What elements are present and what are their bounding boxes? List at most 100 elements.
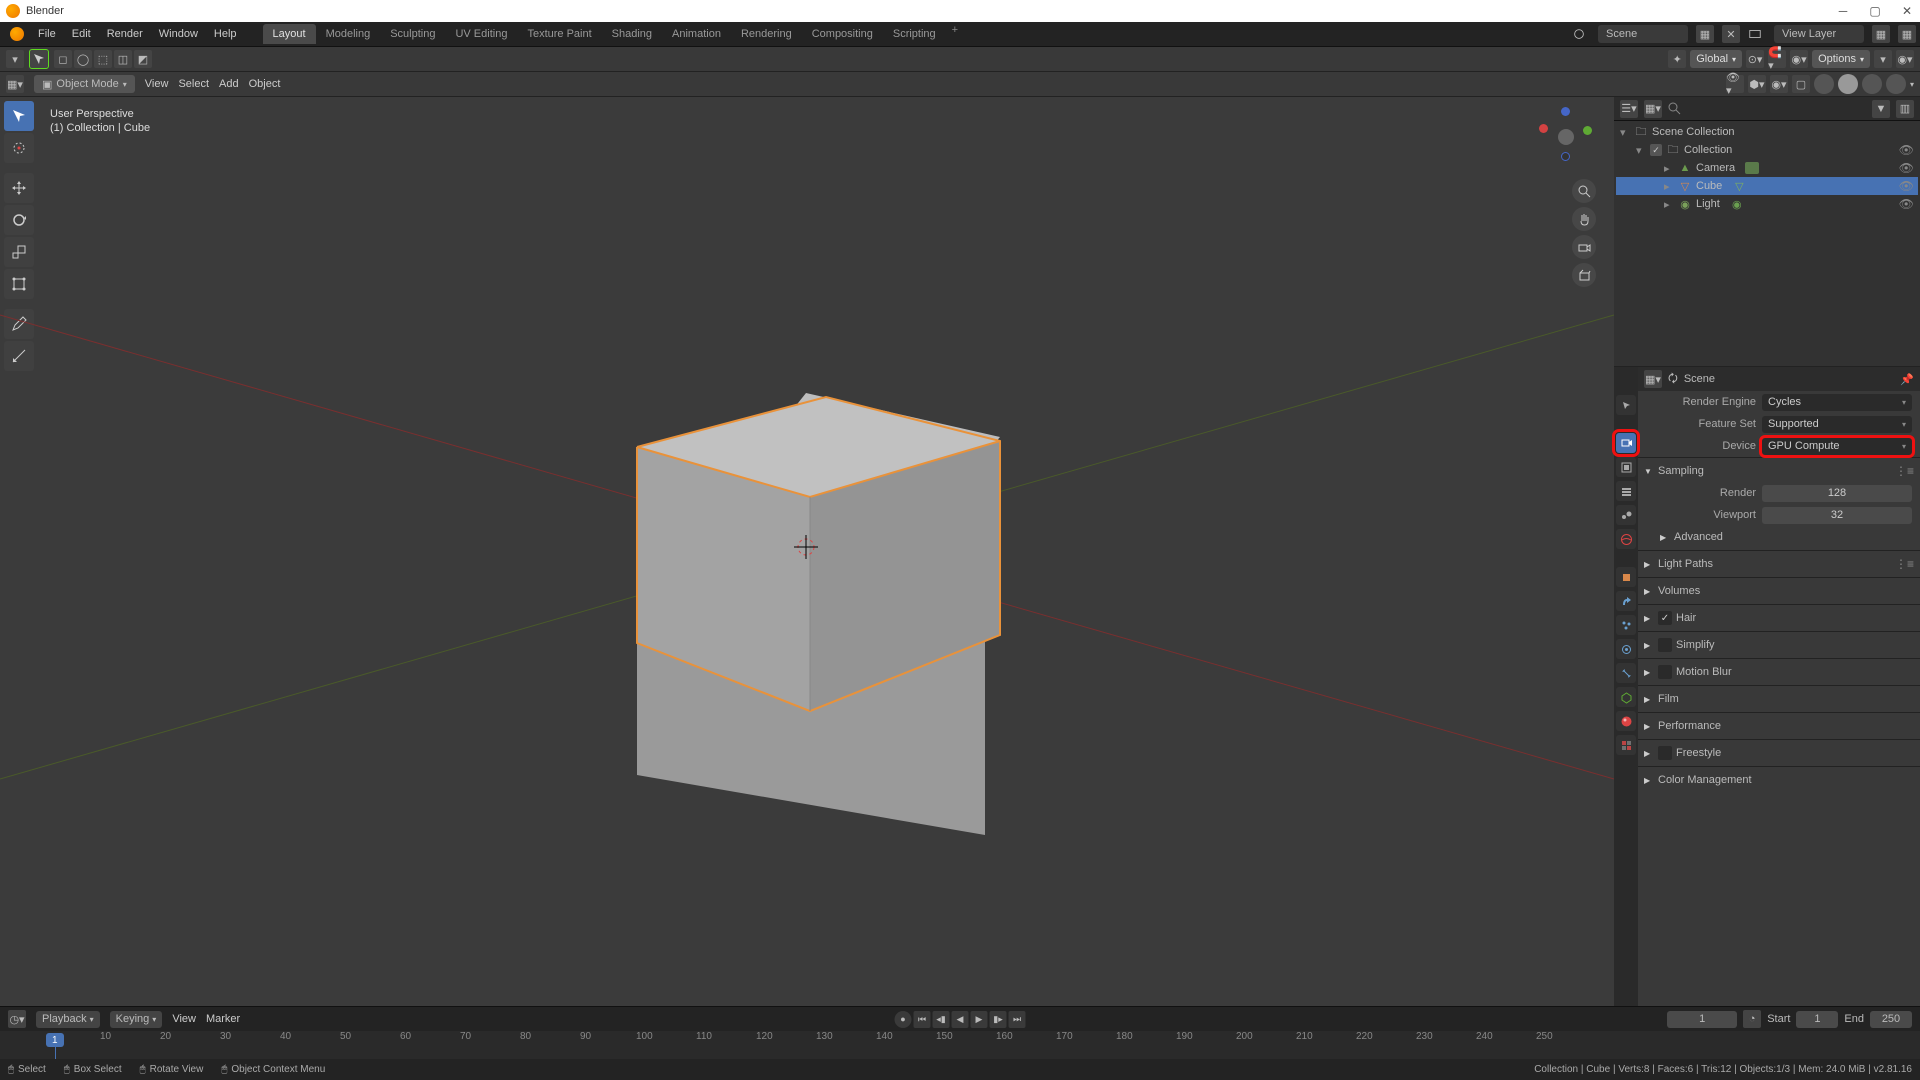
- add-workspace-button[interactable]: +: [946, 24, 964, 44]
- tab-scene[interactable]: [1616, 505, 1636, 525]
- render-engine-dropdown[interactable]: Cycles▾: [1762, 394, 1912, 411]
- panel-simplify-header[interactable]: ▶Simplify: [1638, 634, 1920, 656]
- tab-texture[interactable]: [1616, 735, 1636, 755]
- play-reverse-button[interactable]: ◀: [952, 1011, 969, 1028]
- outliner-search[interactable]: [1668, 102, 1866, 115]
- ws-scripting[interactable]: Scripting: [883, 24, 946, 44]
- end-frame-field[interactable]: 250: [1870, 1011, 1912, 1028]
- gizmo-toggle-icon[interactable]: ▾: [1874, 50, 1892, 68]
- render-samples-field[interactable]: 128: [1762, 485, 1912, 502]
- tree-item-cube[interactable]: ▸ ▽ Cube ▽ 👁: [1616, 177, 1918, 195]
- current-frame-field[interactable]: 1: [1667, 1011, 1737, 1028]
- keying-dropdown[interactable]: Keying▾: [110, 1011, 163, 1028]
- options-dropdown[interactable]: Options ▾: [1812, 50, 1870, 68]
- device-dropdown[interactable]: GPU Compute▾: [1762, 438, 1912, 455]
- tab-modifier[interactable]: [1616, 591, 1636, 611]
- tab-physics[interactable]: [1616, 639, 1636, 659]
- tab-object[interactable]: [1616, 567, 1636, 587]
- viewlayer-new-button[interactable]: ▦: [1898, 25, 1916, 43]
- select-more-icon[interactable]: ◩: [134, 50, 152, 68]
- motionblur-checkbox[interactable]: [1658, 665, 1672, 679]
- panel-colormgmt-header[interactable]: ▶Color Management: [1638, 769, 1920, 791]
- editor-type-dropdown[interactable]: ▦▾: [6, 75, 24, 93]
- close-button[interactable]: ✕: [1900, 4, 1914, 18]
- tab-particle[interactable]: [1616, 615, 1636, 635]
- viewlayer-field[interactable]: View Layer: [1774, 25, 1864, 43]
- panel-sampling-header[interactable]: ▼Sampling⋮≡: [1638, 460, 1920, 482]
- panel-options-icon[interactable]: ⋮≡: [1895, 557, 1914, 571]
- mode-dropdown[interactable]: ▣ Object Mode ▾: [34, 75, 135, 93]
- scene-new-button[interactable]: ✕: [1722, 25, 1740, 43]
- ws-sculpting[interactable]: Sculpting: [380, 24, 445, 44]
- props-editor-icon[interactable]: ▦▾: [1644, 370, 1662, 388]
- collection-checkbox[interactable]: ✓: [1650, 144, 1662, 156]
- play-button[interactable]: ▶: [971, 1011, 988, 1028]
- properties-body[interactable]: ▦▾ 🗘 Scene 📌 Render Engine Cycles▾ Featu…: [1638, 367, 1920, 1006]
- panel-options-icon[interactable]: ⋮≡: [1895, 464, 1914, 478]
- shading-matpreview-icon[interactable]: [1862, 74, 1882, 94]
- tab-output[interactable]: [1616, 457, 1636, 477]
- tree-item-camera[interactable]: ▸ ▲ Camera 👁: [1616, 159, 1918, 177]
- menu-render[interactable]: Render: [99, 28, 151, 40]
- tab-constraint[interactable]: [1616, 663, 1636, 683]
- next-keyframe-button[interactable]: ▮▸: [990, 1011, 1007, 1028]
- pin-icon[interactable]: 📌: [1900, 373, 1914, 386]
- outliner-filter-icon[interactable]: ▼: [1872, 100, 1890, 118]
- select-menu[interactable]: Select: [178, 78, 209, 90]
- expand-icon[interactable]: ▸: [1664, 162, 1674, 175]
- simplify-checkbox[interactable]: [1658, 638, 1672, 652]
- timeline-editor-icon[interactable]: ◷▾: [8, 1010, 26, 1028]
- ws-uvediting[interactable]: UV Editing: [445, 24, 517, 44]
- overlay-toggle-icon[interactable]: ◉▾: [1896, 50, 1914, 68]
- expand-icon[interactable]: ▾: [1636, 144, 1646, 157]
- scene-field[interactable]: Scene: [1598, 25, 1688, 43]
- ws-animation[interactable]: Animation: [662, 24, 731, 44]
- start-frame-field[interactable]: 1: [1796, 1011, 1838, 1028]
- preview-range-icon[interactable]: ◔: [1743, 1010, 1761, 1028]
- gizmo-icon[interactable]: ⬢▾: [1748, 75, 1766, 93]
- orientation-icon[interactable]: ✦: [1668, 50, 1686, 68]
- ws-layout[interactable]: Layout: [263, 24, 316, 44]
- jump-start-button[interactable]: ⏮: [914, 1011, 931, 1028]
- add-menu[interactable]: Add: [219, 78, 239, 90]
- timeline-ruler[interactable]: 1 10 20 30 40 50 60 70 80 90 100 110 120…: [0, 1031, 1920, 1059]
- ws-texturepaint[interactable]: Texture Paint: [517, 24, 601, 44]
- outliner-display-icon[interactable]: ▦▾: [1644, 100, 1662, 118]
- menu-help[interactable]: Help: [206, 28, 245, 40]
- tab-active-tool[interactable]: [1616, 395, 1636, 415]
- outliner-tree[interactable]: ▾ 🗀 Scene Collection ▾ ✓ 🗀 Collection 👁 …: [1614, 121, 1920, 366]
- select-box-icon[interactable]: ◻: [54, 50, 72, 68]
- overlays-icon[interactable]: ◉▾: [1770, 75, 1788, 93]
- expand-icon[interactable]: ▾: [1620, 126, 1630, 139]
- cursor-tool-icon[interactable]: [30, 50, 48, 68]
- panel-film-header[interactable]: ▶Film: [1638, 688, 1920, 710]
- viewlayer-browse-button[interactable]: ▦: [1872, 25, 1890, 43]
- tab-mesh-data[interactable]: [1616, 687, 1636, 707]
- shading-wire-icon[interactable]: [1814, 74, 1834, 94]
- panel-volumes-header[interactable]: ▶Volumes: [1638, 580, 1920, 602]
- select-circle-icon[interactable]: ◯: [74, 50, 92, 68]
- prev-keyframe-button[interactable]: ◂▮: [933, 1011, 950, 1028]
- freestyle-checkbox[interactable]: [1658, 746, 1672, 760]
- shading-solid-icon[interactable]: [1838, 74, 1858, 94]
- menu-file[interactable]: File: [30, 28, 64, 40]
- tab-material[interactable]: [1616, 711, 1636, 731]
- tab-render[interactable]: [1616, 433, 1636, 453]
- menu-window[interactable]: Window: [151, 28, 206, 40]
- select-invert-icon[interactable]: ◫: [114, 50, 132, 68]
- snap-icon[interactable]: 🧲▾: [1768, 50, 1786, 68]
- orientation-dropdown[interactable]: Global ▾: [1690, 50, 1742, 68]
- object-menu[interactable]: Object: [249, 78, 281, 90]
- tree-scene-collection[interactable]: ▾ 🗀 Scene Collection: [1616, 123, 1918, 141]
- scene-browse-button[interactable]: ▦: [1696, 25, 1714, 43]
- panel-freestyle-header[interactable]: ▶Freestyle: [1638, 742, 1920, 764]
- ws-shading[interactable]: Shading: [602, 24, 662, 44]
- panel-performance-header[interactable]: ▶Performance: [1638, 715, 1920, 737]
- hair-checkbox[interactable]: [1658, 611, 1672, 625]
- 3d-viewport[interactable]: User Perspective (1) Collection | Cube: [0, 97, 1614, 1006]
- outliner-new-collection-icon[interactable]: ▥: [1896, 100, 1914, 118]
- shading-rendered-icon[interactable]: [1886, 74, 1906, 94]
- ws-rendering[interactable]: Rendering: [731, 24, 802, 44]
- maximize-button[interactable]: ▢: [1868, 4, 1882, 18]
- proportional-icon[interactable]: ◉▾: [1790, 50, 1808, 68]
